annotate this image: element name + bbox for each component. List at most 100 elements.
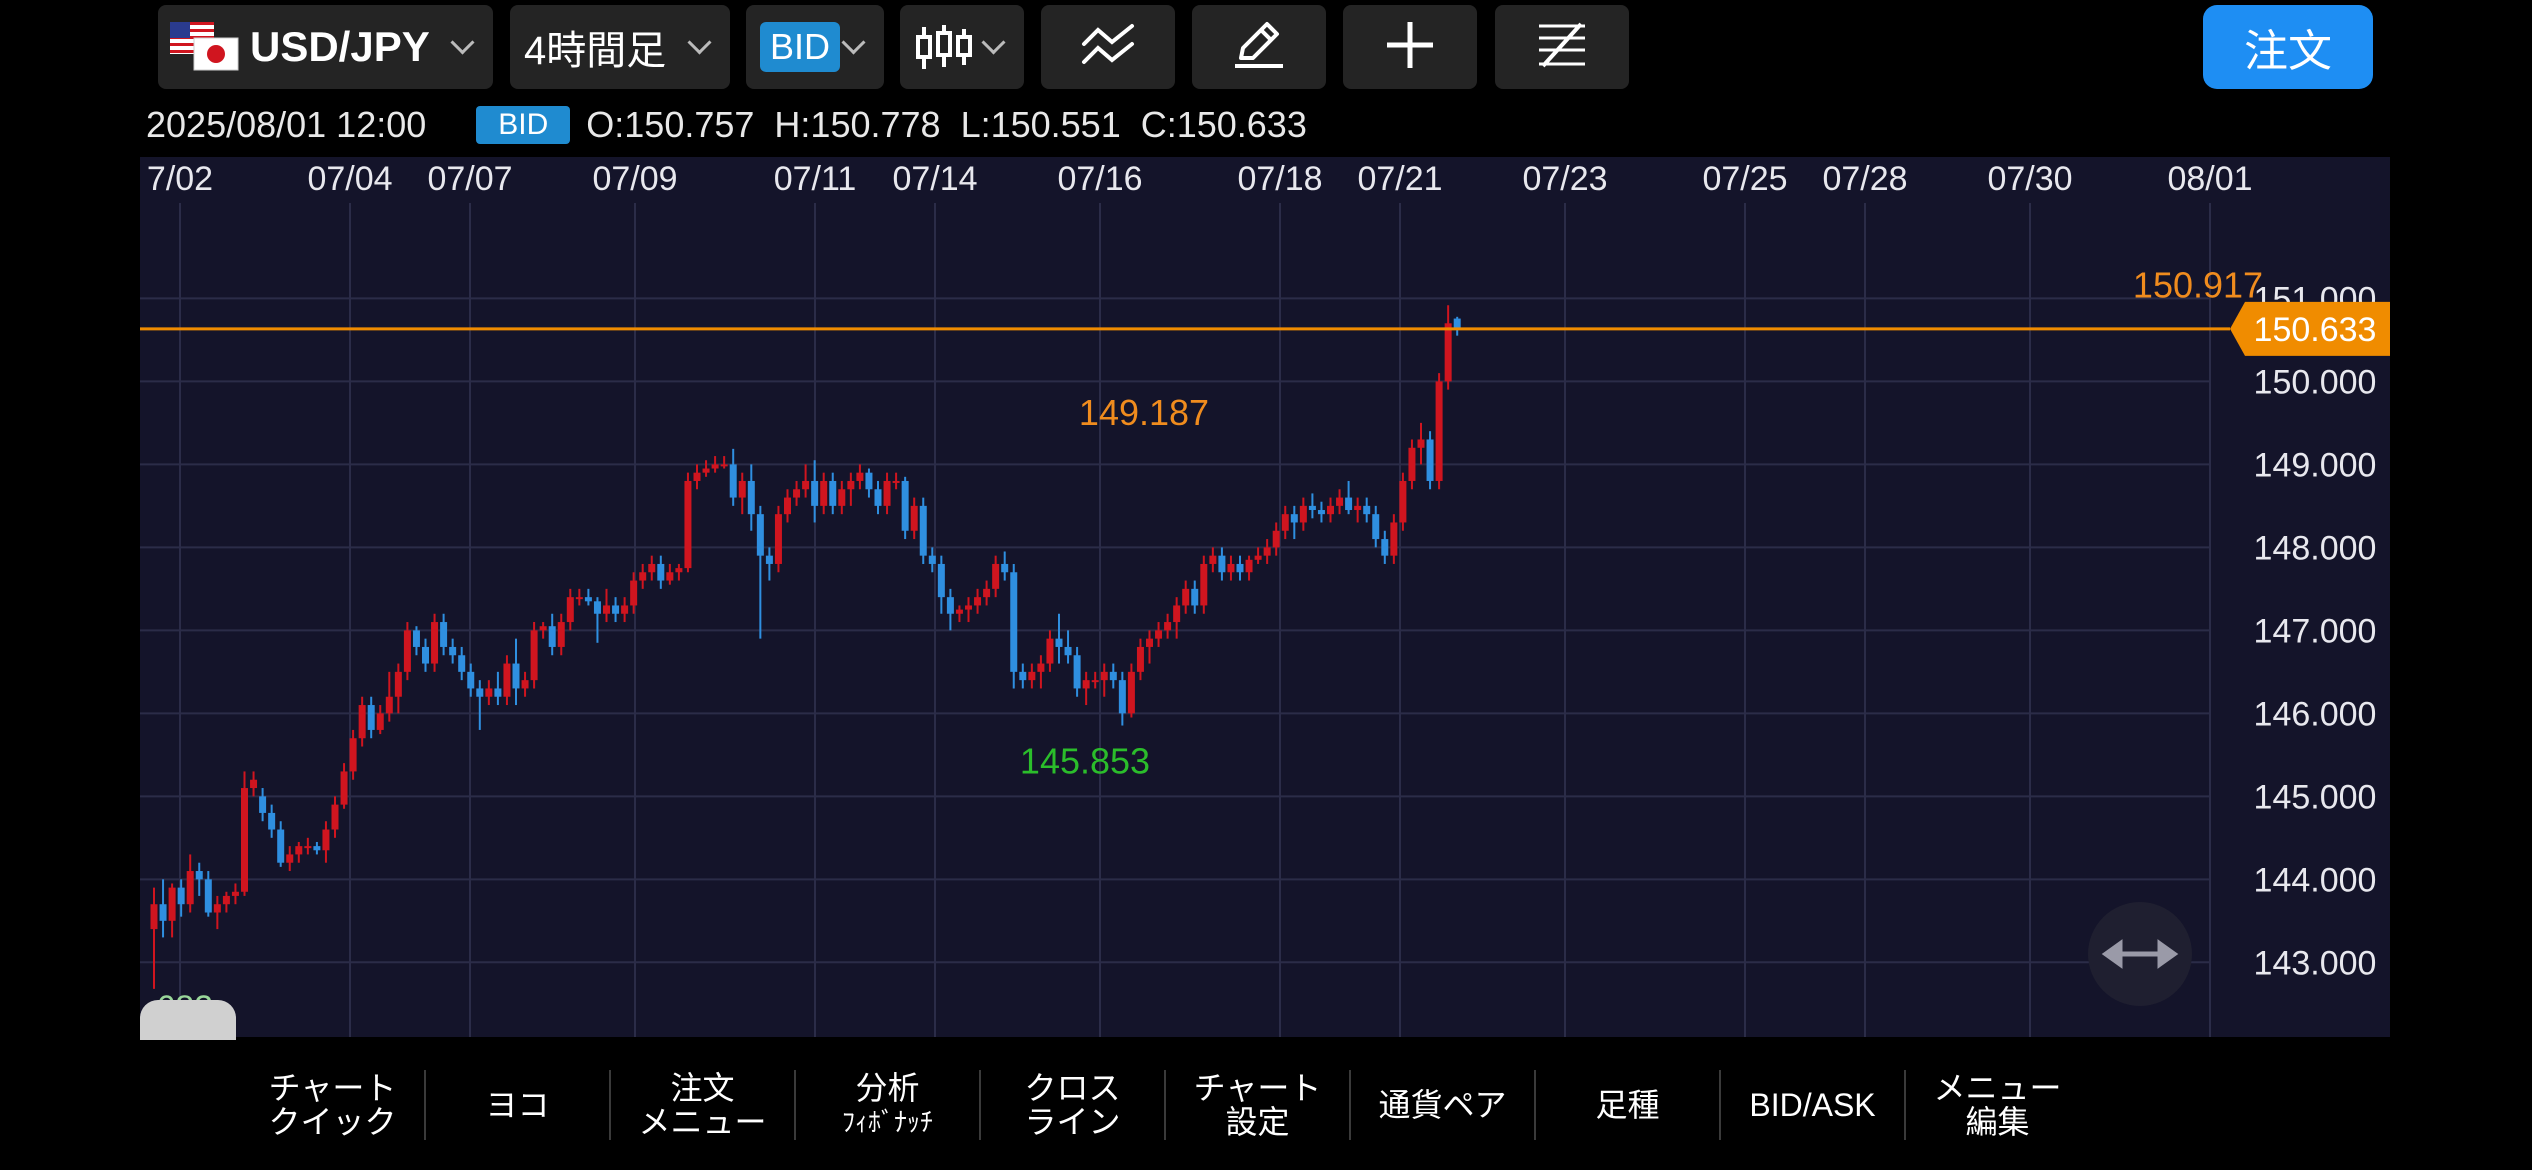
- bottom-menu-item[interactable]: 分析 ﾌｨﾎﾞﾅｯﾁ: [795, 1040, 980, 1170]
- candle-body: [521, 680, 529, 689]
- candle: [1010, 563, 1018, 689]
- candle: [666, 563, 674, 585]
- candle-body: [856, 472, 864, 481]
- candle: [1136, 638, 1144, 681]
- candle-body: [1073, 655, 1081, 689]
- candle: [693, 464, 701, 490]
- x-tick-label: 07/07: [427, 160, 512, 198]
- candle-body: [974, 597, 982, 606]
- candle: [566, 588, 574, 631]
- candle-body: [195, 871, 203, 880]
- x-tick-label: 7/02: [147, 160, 213, 198]
- x-tick-label: 07/23: [1522, 160, 1607, 198]
- candle: [1182, 580, 1190, 614]
- bottom-menu-separator: [609, 1070, 611, 1140]
- candle-body: [1263, 547, 1271, 556]
- price-chart[interactable]: 7/02 07/04 07/07 07/09 07/11 07/14 07/16 07/18 0…: [140, 157, 2390, 1037]
- bottom-menu-item[interactable]: クロス ライン: [980, 1040, 1165, 1170]
- candle-body: [1019, 671, 1027, 681]
- bottom-menu-label-line2: クイック: [268, 1104, 397, 1140]
- bottom-menu-item[interactable]: ヨコ: [425, 1040, 610, 1170]
- candle: [1272, 522, 1280, 556]
- candle-body: [675, 568, 683, 573]
- candle: [1155, 622, 1163, 647]
- candle: [168, 883, 176, 938]
- candle: [548, 613, 556, 656]
- crosshair-button[interactable]: [1343, 5, 1477, 89]
- order-button[interactable]: 注文: [2203, 5, 2373, 89]
- timeframe-selector[interactable]: 4時間足: [510, 5, 730, 89]
- candle-body: [1200, 563, 1208, 606]
- y-tick-label: 143.000: [2254, 944, 2377, 982]
- candle: [322, 821, 330, 863]
- candle-body: [720, 464, 728, 467]
- price-side-selector[interactable]: BID: [746, 5, 884, 89]
- candle: [901, 476, 909, 540]
- candle: [1046, 630, 1054, 672]
- candle: [675, 563, 683, 581]
- ohlc-side-badge: BID: [476, 106, 571, 144]
- currency-pair-selector[interactable]: USD/JPY: [158, 5, 493, 89]
- candle-body: [811, 480, 819, 506]
- candle: [765, 547, 773, 581]
- candle-body: [277, 829, 285, 863]
- candlestick-chart-svg[interactable]: 7/02 07/04 07/07 07/09 07/11 07/14 07/16 07/18 0…: [140, 157, 2390, 1037]
- candle-body: [774, 514, 782, 564]
- candle-body: [376, 713, 384, 730]
- candle-body: [1272, 530, 1280, 548]
- candle: [1191, 580, 1199, 614]
- bottom-menu-separator: [424, 1070, 426, 1140]
- bottom-menu-item[interactable]: 通貨ペア: [1350, 1040, 1535, 1170]
- candle-body: [557, 622, 565, 647]
- horizontal-scroll-button[interactable]: [2088, 902, 2192, 1006]
- candle: [1236, 555, 1244, 581]
- candle-body: [747, 480, 755, 515]
- candle-body: [268, 812, 276, 830]
- chart-type-selector[interactable]: [900, 5, 1024, 89]
- candle: [630, 572, 638, 614]
- candle-body: [1336, 497, 1344, 506]
- candle-body: [295, 846, 303, 855]
- candle-body: [1372, 514, 1380, 540]
- draw-tool-button[interactable]: [1192, 5, 1326, 89]
- bottom-menu-item[interactable]: 注文 メニュー: [610, 1040, 795, 1170]
- bottom-menu-item[interactable]: 足種: [1535, 1040, 1720, 1170]
- candle: [974, 588, 982, 614]
- bottom-menu-item[interactable]: チャート クイック: [240, 1040, 425, 1170]
- candle: [702, 460, 710, 477]
- candle: [1336, 489, 1344, 515]
- candle-body: [503, 663, 511, 697]
- current-price-tag: 150.633: [2230, 301, 2390, 356]
- candle-body: [1399, 480, 1407, 523]
- candle: [376, 705, 384, 735]
- bottom-menu-item[interactable]: チャート 設定: [1165, 1040, 1350, 1170]
- recent-high-label: 150.917: [2133, 264, 2263, 305]
- candle-body: [358, 705, 366, 739]
- x-tick-label: 08/01: [2167, 160, 2252, 198]
- candle: [584, 588, 592, 606]
- candle-body: [1417, 439, 1425, 448]
- candle-body: [440, 622, 448, 647]
- candle: [521, 671, 529, 697]
- x-tick-label: 07/04: [307, 160, 392, 198]
- period-high-label: 149.187: [1079, 392, 1209, 433]
- candle-body: [186, 871, 194, 905]
- candle-body: [1317, 510, 1325, 515]
- candle: [883, 472, 891, 515]
- bottom-menu-item[interactable]: メニュー 編集: [1905, 1040, 2090, 1170]
- candle-body: [467, 671, 475, 689]
- candle: [1037, 655, 1045, 689]
- candle: [150, 887, 158, 989]
- candle-body: [1227, 563, 1235, 573]
- candle: [838, 480, 846, 515]
- fibonacci-tool-button[interactable]: [1495, 5, 1629, 89]
- candle-body: [829, 480, 837, 506]
- candle-body: [756, 514, 764, 556]
- bottom-menu-item[interactable]: BID/ASK: [1720, 1040, 1905, 1170]
- candle: [1064, 630, 1072, 664]
- indicator-button[interactable]: [1041, 5, 1175, 89]
- candle-body: [603, 605, 610, 614]
- y-tick-label: 147.000: [2254, 612, 2377, 650]
- candle: [1390, 514, 1398, 564]
- candle: [503, 655, 511, 706]
